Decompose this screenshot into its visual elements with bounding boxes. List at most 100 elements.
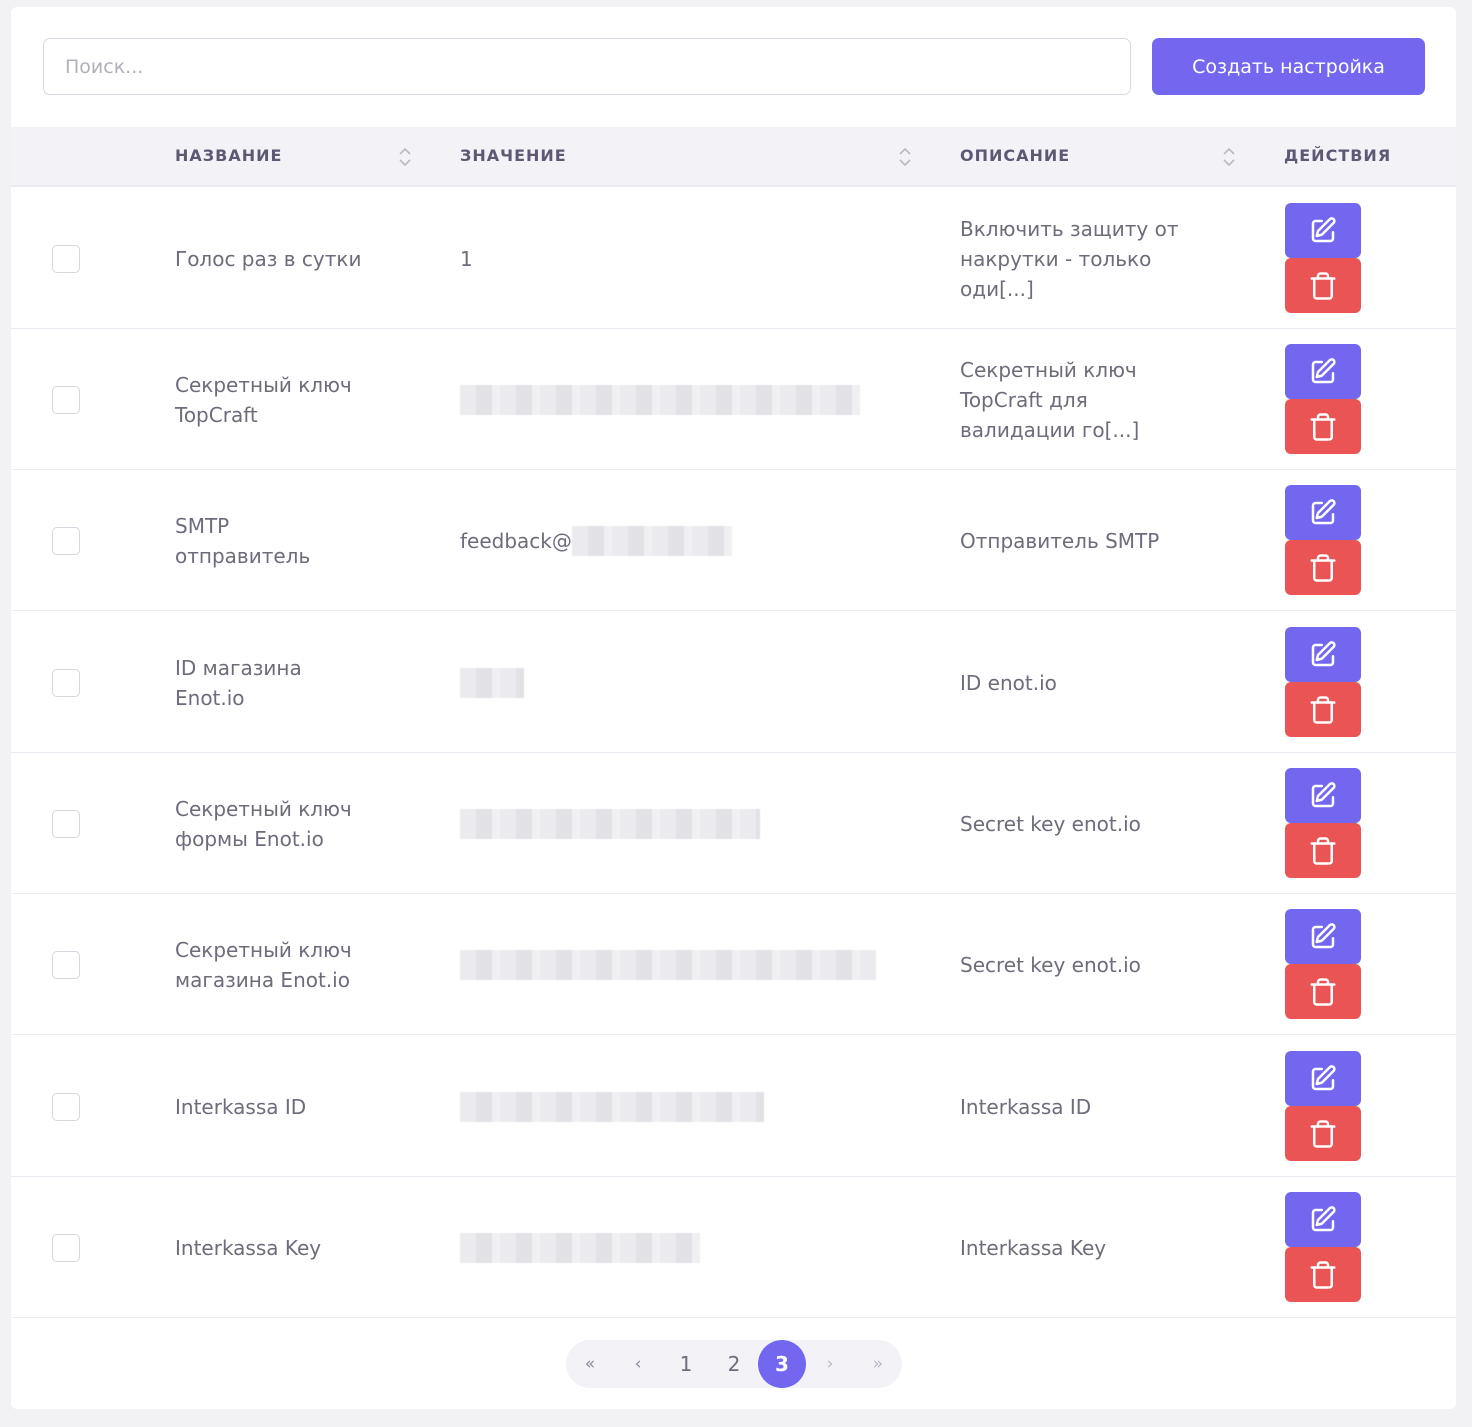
row-value-cell: 1: [460, 188, 920, 329]
edit-icon: [1311, 1205, 1336, 1231]
last-page-button[interactable]: »: [854, 1340, 902, 1388]
row-checkbox[interactable]: [52, 1093, 80, 1121]
row-checkbox[interactable]: [52, 386, 80, 414]
row-name: ID магазина Enot.io: [175, 612, 405, 753]
row-checkbox[interactable]: [52, 1234, 80, 1262]
delete-button[interactable]: [1285, 823, 1361, 878]
edit-icon: [1311, 357, 1336, 383]
edit-icon: [1311, 640, 1336, 666]
column-header-description[interactable]: ОПИСАНИЕ: [960, 127, 1070, 185]
row-value-cell: [460, 1036, 920, 1177]
trash-icon: [1310, 271, 1336, 300]
row-checkbox[interactable]: [52, 951, 80, 979]
row-description: Secret key enot.io: [960, 753, 1220, 894]
edit-button[interactable]: [1285, 909, 1361, 964]
row-description: Отправитель SMTP: [960, 470, 1220, 611]
column-header-value[interactable]: ЗНАЧЕНИЕ: [460, 127, 567, 185]
row-value-cell: [460, 753, 920, 894]
table-row: Секретный ключ формы Enot.io Secret key e…: [11, 753, 1456, 894]
edit-button[interactable]: [1285, 1051, 1361, 1106]
column-header-name[interactable]: НАЗВАНИЕ: [175, 127, 282, 185]
row-checkbox[interactable]: [52, 669, 80, 697]
next-page-button[interactable]: ›: [806, 1340, 854, 1388]
sort-icon[interactable]: [1223, 146, 1235, 168]
edit-icon: [1311, 781, 1336, 807]
row-name: Interkassa Key: [175, 1177, 405, 1318]
trash-icon: [1310, 1119, 1336, 1148]
delete-button[interactable]: [1285, 258, 1361, 313]
trash-icon: [1310, 977, 1336, 1006]
edit-button[interactable]: [1285, 203, 1361, 258]
row-name-line: SMTP: [175, 513, 230, 538]
row-description: Secret key enot.io: [960, 894, 1220, 1035]
row-name: SMTP отправитель: [175, 470, 405, 611]
table-row: Секретный ключ магазина Enot.io Secret ke…: [11, 894, 1456, 1035]
row-description: Interkassa Key: [960, 1177, 1220, 1318]
redacted-value: [460, 667, 524, 698]
redacted-value: [571, 525, 732, 556]
row-description-line: оди[...]: [960, 276, 1034, 301]
edit-button[interactable]: [1285, 344, 1361, 399]
row-value-cell: [460, 612, 920, 753]
first-page-button[interactable]: «: [566, 1340, 614, 1388]
row-description-line: Секретный ключ: [960, 357, 1137, 382]
table-row: ID магазина Enot.io ID enot.io: [11, 612, 1456, 753]
table-row: Interkassa Key Interkassa Key: [11, 1177, 1456, 1318]
row-description-line: Interkassa Key: [960, 1235, 1107, 1260]
page-2-button[interactable]: 2: [710, 1340, 758, 1388]
table-header: НАЗВАНИЕ ЗНАЧЕНИЕ ОПИСАНИЕ ДЕЙСТВИЯ: [11, 127, 1456, 187]
settings-card: Создать настройка НАЗВАНИЕ ЗНАЧЕНИЕ ОПИС…: [11, 7, 1456, 1409]
row-description-line: валидации го[...]: [960, 417, 1140, 442]
sort-icon[interactable]: [899, 146, 911, 168]
row-description-line: TopCraft для: [960, 387, 1088, 412]
row-checkbox[interactable]: [52, 245, 80, 273]
trash-icon: [1310, 836, 1336, 865]
row-value-cell: [460, 329, 920, 470]
trash-icon: [1310, 553, 1336, 582]
edit-icon: [1311, 216, 1336, 242]
row-name-line: Секретный ключ: [175, 372, 352, 397]
table-row: Interkassa ID Interkassa ID: [11, 1036, 1456, 1177]
trash-icon: [1310, 412, 1336, 441]
row-description-line: Interkassa ID: [960, 1094, 1092, 1119]
trash-icon: [1310, 695, 1336, 724]
prev-page-button[interactable]: ‹: [614, 1340, 662, 1388]
row-description-line: ID enot.io: [960, 670, 1057, 695]
redacted-value: [460, 808, 760, 839]
edit-icon: [1311, 498, 1336, 524]
table-row: SMTP отправитель feedback@ Отправитель SM…: [11, 470, 1456, 611]
row-name: Голос раз в сутки: [175, 188, 405, 329]
delete-button[interactable]: [1285, 399, 1361, 454]
edit-icon: [1311, 1064, 1336, 1090]
delete-button[interactable]: [1285, 964, 1361, 1019]
row-description-line: Отправитель SMTP: [960, 528, 1160, 553]
row-description-line: накрутки - только: [960, 246, 1152, 271]
edit-button[interactable]: [1285, 485, 1361, 540]
page-3-button[interactable]: 3: [758, 1340, 806, 1388]
delete-button[interactable]: [1285, 1106, 1361, 1161]
row-name: Interkassa ID: [175, 1036, 405, 1177]
edit-button[interactable]: [1285, 627, 1361, 682]
search-input[interactable]: [43, 38, 1131, 95]
row-name-line: Enot.io: [175, 685, 245, 710]
row-description-line: Включить защиту от: [960, 216, 1179, 241]
pagination: « ‹ 1 2 3 › »: [566, 1340, 902, 1388]
delete-button[interactable]: [1285, 540, 1361, 595]
page-1-button[interactable]: 1: [662, 1340, 710, 1388]
row-name-line: TopCraft: [175, 402, 258, 427]
row-name-line: Голос раз в сутки: [175, 246, 362, 271]
row-name-line: ID магазина: [175, 655, 302, 680]
delete-button[interactable]: [1285, 682, 1361, 737]
delete-button[interactable]: [1285, 1247, 1361, 1302]
row-checkbox[interactable]: [52, 810, 80, 838]
edit-button[interactable]: [1285, 768, 1361, 823]
row-name-line: Секретный ключ: [175, 937, 352, 962]
row-name-line: Interkassa ID: [175, 1094, 307, 1119]
row-name-line: магазина Enot.io: [175, 967, 350, 992]
row-checkbox[interactable]: [52, 527, 80, 555]
column-header-actions: ДЕЙСТВИЯ: [1284, 146, 1392, 165]
create-setting-button[interactable]: Создать настройка: [1152, 38, 1425, 95]
row-value-cell: [460, 1177, 920, 1318]
edit-button[interactable]: [1285, 1192, 1361, 1247]
sort-icon[interactable]: [399, 146, 411, 168]
